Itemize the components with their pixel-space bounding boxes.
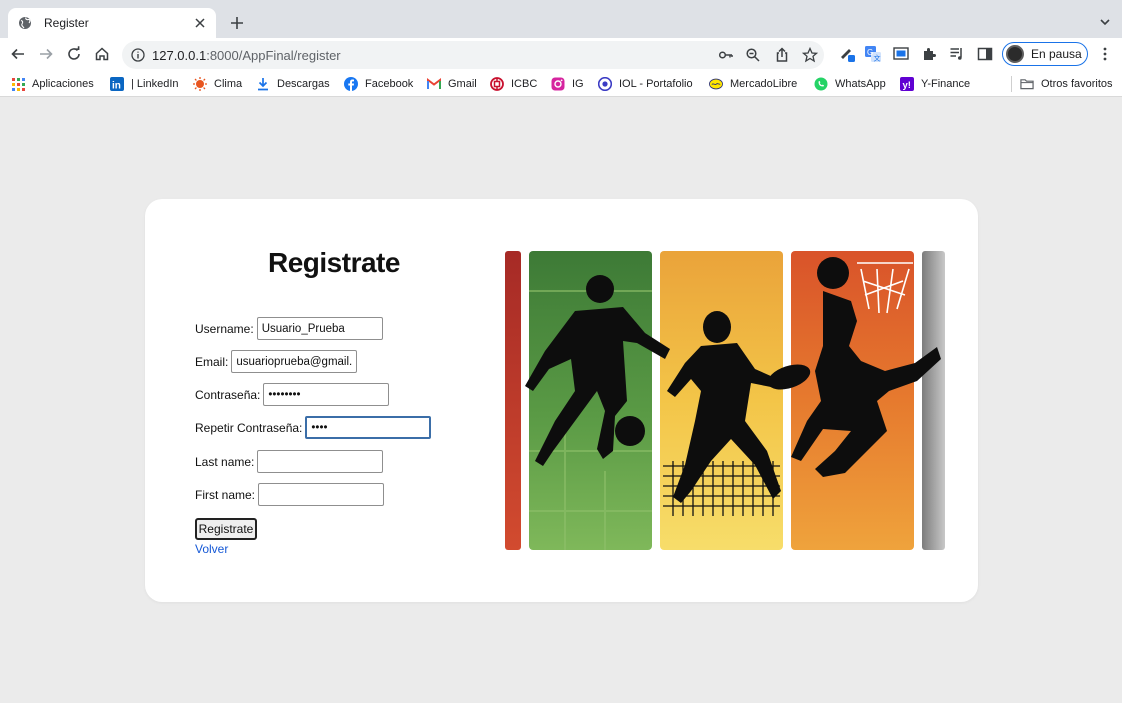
url-host: 127.0.0.1 — [152, 48, 207, 63]
bookmark-iol-portafolio[interactable]: IOL - Portafolio — [598, 76, 693, 92]
apps-grid-icon — [11, 77, 25, 91]
url-text: 127.0.0.1:8000/AppFinal/register — [152, 48, 341, 63]
bookmark-otros-favoritos[interactable]: Otros favoritos — [1020, 76, 1113, 92]
close-tab-icon[interactable] — [192, 15, 208, 31]
reload-icon[interactable] — [65, 45, 83, 63]
register-card: Registrate Username: Email: Contraseña: … — [145, 199, 978, 602]
username-row: Username: — [195, 317, 383, 340]
password-confirm-row: Repetir Contraseña: — [195, 416, 432, 439]
bookmark-aplicaciones[interactable]: Aplicaciones — [11, 76, 94, 92]
browser-tab-strip: Register — [0, 0, 1122, 38]
key-icon[interactable] — [718, 47, 734, 63]
sports-artwork-image — [505, 251, 945, 550]
username-label: Username: — [195, 321, 254, 336]
bookmark-label: IG — [572, 78, 584, 90]
instagram-icon — [551, 77, 565, 91]
bookmark-label: | LinkedIn — [131, 78, 179, 90]
password-label: Contraseña: — [195, 387, 261, 402]
username-input[interactable] — [256, 317, 383, 340]
bookmark-descargas[interactable]: Descargas — [256, 76, 330, 92]
bookmark-label: WhatsApp — [835, 78, 886, 90]
bookmark-star-icon[interactable] — [802, 47, 818, 63]
bookmarks-divider — [1011, 76, 1012, 92]
bookmark-mercadolibre[interactable]: MercadoLibre — [709, 76, 797, 92]
page-title: Registrate — [268, 247, 400, 278]
bookmark-whatsapp[interactable]: WhatsApp — [814, 76, 886, 92]
bookmark-gmail[interactable]: Gmail — [427, 76, 477, 92]
password-row: Contraseña: — [195, 383, 390, 406]
bookmark-linkedin[interactable]: in | LinkedIn — [110, 76, 179, 92]
browser-tab-register[interactable]: Register — [8, 8, 216, 38]
url-path: :8000/AppFinal/register — [206, 48, 341, 63]
bookmark-label: Otros favoritos — [1041, 78, 1113, 90]
svg-text:y!: y! — [903, 80, 911, 91]
svg-text:文: 文 — [874, 54, 881, 63]
bookmarks-bar: Aplicaciones in | LinkedIn Clima Descarg… — [0, 70, 1122, 97]
profile-status-label: En pausa — [1031, 47, 1082, 61]
browser-toolbar: 127.0.0.1:8000/AppFinal/register G文 En p… — [0, 38, 1122, 70]
last-name-row: Last name: — [195, 450, 384, 473]
bookmark-label: Descargas — [277, 78, 330, 90]
bookmark-label: MercadoLibre — [730, 78, 798, 90]
first-name-label: First name: — [195, 487, 256, 502]
register-button[interactable]: Registrate — [195, 518, 257, 540]
globe-icon — [18, 16, 32, 30]
zoom-icon[interactable] — [745, 47, 761, 63]
last-name-input[interactable] — [257, 450, 384, 473]
icbc-icon — [490, 77, 504, 91]
email-input[interactable] — [231, 350, 358, 373]
extensions-puzzle-icon[interactable] — [920, 45, 938, 63]
folder-icon — [1020, 77, 1034, 91]
more-menu-icon[interactable] — [1096, 45, 1114, 63]
address-bar[interactable]: 127.0.0.1:8000/AppFinal/register — [122, 41, 824, 69]
pen-extension-icon[interactable] — [838, 45, 856, 63]
download-icon — [256, 77, 270, 91]
email-row: Email: — [195, 350, 358, 373]
iol-icon — [598, 77, 612, 91]
bookmark-ig[interactable]: IG — [551, 76, 584, 92]
profile-avatar — [1006, 45, 1024, 63]
email-label: Email: — [195, 354, 229, 369]
bookmark-label: Facebook — [365, 78, 414, 90]
tab-search-chevron-icon[interactable] — [1098, 15, 1112, 29]
first-name-row: First name: — [195, 483, 385, 506]
profile-button[interactable]: En pausa — [1002, 42, 1088, 66]
gmail-icon — [427, 77, 441, 91]
svg-text:in: in — [112, 81, 121, 92]
bookmark-label: IOL - Portafolio — [619, 78, 693, 90]
home-icon[interactable] — [93, 45, 111, 63]
bookmark-icbc[interactable]: ICBC — [490, 76, 537, 92]
media-queue-icon[interactable] — [948, 45, 966, 63]
tab-title: Register — [44, 16, 89, 30]
translate-icon[interactable]: G文 — [864, 45, 882, 63]
share-icon[interactable] — [774, 47, 790, 63]
bookmark-clima[interactable]: Clima — [193, 76, 242, 92]
password-input[interactable] — [263, 383, 390, 406]
facebook-icon — [344, 77, 358, 91]
first-name-input[interactable] — [258, 483, 385, 506]
screen-capture-icon[interactable] — [892, 45, 910, 63]
new-tab-icon[interactable] — [228, 14, 246, 32]
bookmark-label: Aplicaciones — [32, 78, 94, 90]
password-confirm-label: Repetir Contraseña: — [195, 420, 303, 435]
back-arrow-icon[interactable] — [9, 45, 27, 63]
svg-text:G: G — [867, 48, 873, 57]
back-link[interactable]: Volver — [195, 542, 228, 556]
linkedin-icon: in — [110, 77, 124, 91]
last-name-label: Last name: — [195, 454, 255, 469]
site-info-icon[interactable] — [131, 48, 145, 62]
weather-sun-icon — [193, 77, 207, 91]
whatsapp-icon — [814, 77, 828, 91]
bookmark-facebook[interactable]: Facebook — [344, 76, 413, 92]
bookmark-label: Y-Finance — [921, 78, 971, 90]
yahoo-icon: y! — [900, 77, 914, 91]
bookmark-label: ICBC — [511, 78, 538, 90]
mercadolibre-icon — [709, 77, 723, 91]
side-panel-icon[interactable] — [976, 45, 994, 63]
password-confirm-input[interactable] — [305, 416, 432, 439]
forward-arrow-icon[interactable] — [37, 45, 55, 63]
bookmark-y-finance[interactable]: y! Y-Finance — [900, 76, 970, 92]
bookmark-label: Clima — [214, 78, 243, 90]
bookmark-label: Gmail — [448, 78, 477, 90]
